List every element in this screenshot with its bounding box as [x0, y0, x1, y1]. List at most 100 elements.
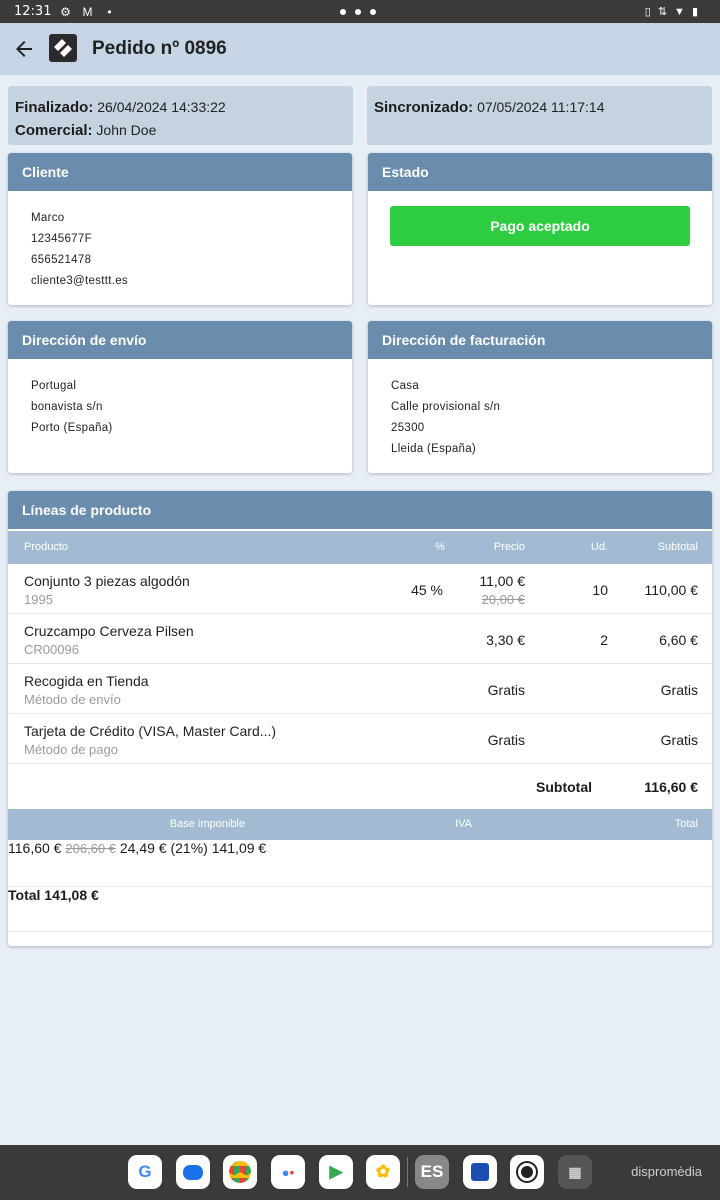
subtotal-value: 116,60 €: [644, 779, 698, 795]
gestion-app-icon[interactable]: ES: [415, 1155, 449, 1189]
facturacion-details: Casa Calle provisional s/n 25300 Lleida …: [368, 359, 712, 473]
clock: 12:31: [14, 4, 52, 19]
facturacion-card: Dirección de facturación Casa Calle prov…: [368, 321, 712, 473]
table-row: Conjunto 3 piezas algodón 1995 45 % 11,0…: [8, 564, 712, 614]
cliente-nif: 12345677F: [31, 233, 92, 245]
app-bar: Pedido nº 0896: [0, 23, 720, 75]
estado-card: Estado Pago aceptado: [368, 153, 712, 305]
estado-title: Estado: [368, 153, 712, 191]
envio-title: Dirección de envío: [8, 321, 352, 359]
envio-card: Dirección de envío Portugal bonavista s/…: [8, 321, 352, 473]
facturacion-line: 25300: [391, 422, 425, 434]
total-value: 141,09 €: [211, 840, 267, 856]
base-value: 116,60 €: [8, 840, 62, 856]
envio-line: bonavista s/n: [31, 401, 103, 413]
taskbar: G ●• ▶ ✿ ES ▦ dispromèdia: [0, 1145, 720, 1200]
payment-method-label: Método de pago: [24, 742, 118, 757]
col-subtotal: Subtotal: [657, 541, 698, 553]
grand-total-value: 141,08 €: [44, 887, 99, 903]
back-arrow-icon[interactable]: [12, 37, 36, 61]
facturacion-line: Calle provisional s/n: [391, 401, 501, 413]
product-ref: CR00096: [24, 642, 79, 657]
table-row: Tarjeta de Crédito (VISA, Master Card...…: [8, 714, 712, 764]
col-producto: Producto: [24, 541, 69, 553]
product-name: Conjunto 3 piezas algodón: [24, 573, 190, 589]
facturacion-title: Dirección de facturación: [368, 321, 712, 359]
assistant-icon[interactable]: ●•: [271, 1155, 305, 1189]
notification-dot-icon: •: [107, 4, 112, 19]
sync-info-box: Sincronizado: 07/05/2024 11:17:14: [367, 86, 712, 145]
camera-icon[interactable]: [510, 1155, 544, 1189]
facturacion-line: Casa: [391, 380, 420, 392]
envio-line: Portugal: [31, 380, 77, 392]
system-icons: ▯ ⇅ ▼ ▮: [645, 0, 698, 23]
payment-method-name: Tarjeta de Crédito (VISA, Master Card...…: [24, 723, 277, 739]
product-old-price: 20,00 €: [481, 592, 525, 607]
status-badge: Pago aceptado: [390, 206, 690, 246]
gmail-icon: M: [82, 4, 93, 19]
chrome-icon[interactable]: [223, 1155, 257, 1189]
col-total: Total: [674, 818, 698, 830]
cliente-card: Cliente Marco 12345677F 656521478 client…: [8, 153, 352, 305]
product-qty: 10: [592, 582, 608, 598]
battery-icon: ▮: [691, 6, 698, 18]
product-subtotal: 110,00 €: [644, 582, 698, 598]
more-notifications-icon: [340, 0, 376, 23]
app-drawer-icon[interactable]: ▦: [558, 1155, 592, 1189]
tax-table-header: Base imponible IVA Total: [8, 809, 712, 840]
sincronizado-value: 07/05/2024 11:17:14: [477, 99, 605, 115]
play-store-icon[interactable]: ▶: [319, 1155, 353, 1189]
shipping-method-label: Método de envío: [24, 692, 121, 707]
table-row: Cruzcampo Cerveza Pilsen CR00096 3,30 € …: [8, 614, 712, 664]
outlook-icon[interactable]: [463, 1155, 497, 1189]
tax-row: 116,60 € 206,60 € 24,49 € (21%) 141,09 €: [8, 840, 712, 887]
photos-icon[interactable]: ✿: [366, 1155, 400, 1189]
product-price: 3,30 €: [486, 632, 525, 648]
page-title: Pedido nº 0896: [92, 38, 227, 59]
status-bar: 12:31 ⚙ M • ▯ ⇅ ▼ ▮: [0, 0, 720, 23]
product-lines-title: Líneas de producto: [8, 491, 712, 529]
settings-gear-icon: ⚙: [60, 4, 71, 19]
shipping-subtotal: Gratis: [660, 682, 698, 698]
product-table-header: Producto % Precio Ud. Subtotal: [8, 531, 712, 564]
product-ref: 1995: [24, 592, 53, 607]
shipping-price: Gratis: [487, 682, 525, 698]
comercial-value: John Doe: [96, 122, 157, 138]
product-lines-card: Líneas de producto Producto % Precio Ud.…: [8, 491, 712, 946]
cliente-email: cliente3@testtt.es: [31, 275, 128, 287]
subtotal-row: Subtotal 116,60 €: [8, 764, 712, 809]
col-pct: %: [435, 541, 445, 553]
messages-icon[interactable]: [176, 1155, 210, 1189]
google-icon[interactable]: G: [128, 1155, 162, 1189]
col-precio: Precio: [493, 541, 525, 553]
product-qty: 2: [600, 632, 608, 648]
comercial-label: Comercial:: [15, 122, 93, 139]
table-row: Recogida en Tienda Método de envío Grati…: [8, 664, 712, 714]
col-iva: IVA: [455, 818, 472, 830]
col-base: Base imponible: [169, 818, 245, 830]
brand-logo: dispromèdia: [631, 1164, 702, 1179]
cliente-phone: 656521478: [31, 254, 92, 266]
finalizado-value: 26/04/2024 14:33:22: [97, 99, 226, 115]
total-label: Total: [8, 887, 41, 903]
envio-details: Portugal bonavista s/n Porto (España): [8, 359, 352, 456]
dock-divider: [407, 1157, 408, 1187]
finalizado-label: Finalizado:: [15, 99, 94, 116]
subtotal-label: Subtotal: [536, 779, 592, 795]
product-subtotal: 6,60 €: [659, 632, 698, 648]
iva-value: 24,49 € (21%): [119, 840, 208, 856]
facturacion-line: Lleida (España): [391, 443, 477, 455]
product-price: 11,00 €: [479, 573, 525, 589]
cliente-details: Marco 12345677F 656521478 cliente3@testt…: [8, 191, 352, 305]
data-icon: ⇅: [657, 6, 668, 18]
wifi-icon: ▼: [674, 5, 685, 18]
vibrate-icon: ▯: [644, 6, 651, 18]
cliente-name: Marco: [31, 212, 65, 224]
envio-line: Porto (España): [31, 422, 113, 434]
app-logo-icon: [49, 34, 77, 62]
order-info-box: Finalizado: 26/04/2024 14:33:22 Comercia…: [8, 86, 353, 145]
product-name: Cruzcampo Cerveza Pilsen: [24, 623, 194, 639]
total-row: Total 141,08 €: [8, 887, 712, 932]
col-ud: Ud.: [590, 541, 608, 553]
cliente-title: Cliente: [8, 153, 352, 191]
